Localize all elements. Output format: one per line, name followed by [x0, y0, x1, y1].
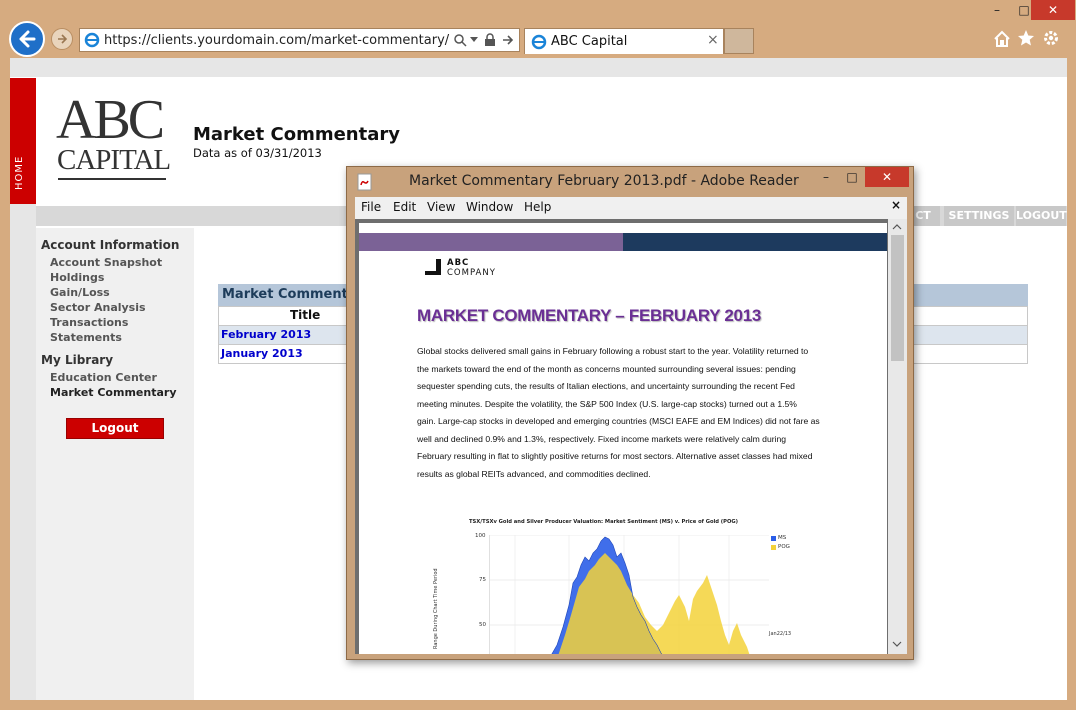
- sidebar-item-transactions[interactable]: Transactions: [50, 316, 128, 329]
- row-link-january-2013[interactable]: January 2013: [221, 347, 303, 360]
- pdf-file-icon: [357, 173, 372, 191]
- body-line: Global stocks delivered small gains in F…: [417, 346, 809, 356]
- legend-ms: MS: [778, 535, 787, 541]
- tick-75: 75: [479, 577, 486, 583]
- ie-logo-icon: [531, 34, 547, 50]
- column-title: Title: [290, 308, 321, 322]
- scroll-thumb[interactable]: [891, 235, 904, 361]
- back-button[interactable]: [9, 21, 45, 57]
- chart-title: TSX/TSXv Gold and Silver Producer Valuat…: [469, 519, 739, 525]
- sidebar-item-gain-loss[interactable]: Gain/Loss: [50, 286, 110, 299]
- sidebar-item-holdings[interactable]: Holdings: [50, 271, 104, 284]
- body-line: results as global REITs advanced, and co…: [417, 468, 651, 479]
- logout-button[interactable]: Logout: [66, 418, 164, 439]
- row-link-february-2013[interactable]: February 2013: [221, 328, 311, 341]
- sidebar-item-account-snapshot[interactable]: Account Snapshot: [50, 256, 162, 269]
- ie-logo-icon: [84, 32, 100, 48]
- sidebar: Account Information Account Snapshot Hol…: [36, 228, 194, 700]
- pdf-scrollbar[interactable]: [888, 219, 907, 654]
- pdf-menu-bar: File Edit View Window Help ×: [355, 197, 907, 219]
- company-line2: COMPANY: [447, 268, 496, 278]
- menu-view[interactable]: View: [427, 200, 455, 214]
- company-line1: ABC: [447, 258, 470, 268]
- logo-abc: ABC: [56, 89, 165, 151]
- chart-ylabel: Range During Chart Time Period: [433, 568, 439, 649]
- go-arrow-icon[interactable]: [501, 33, 515, 47]
- body-line: well and declined 0.9% and 1.3%, respect…: [417, 433, 787, 444]
- abc-capital-logo[interactable]: ABC CAPITAL: [56, 89, 171, 184]
- tick-50: 50: [479, 622, 486, 628]
- menu-settings[interactable]: SETTINGS: [944, 206, 1014, 226]
- pdf-minimize-button[interactable]: –: [813, 167, 839, 187]
- menu-help[interactable]: Help: [524, 200, 551, 214]
- arrow-left-icon: [19, 30, 36, 48]
- pdf-window-title: Market Commentary February 2013.pdf - Ad…: [409, 173, 799, 189]
- menu-edit[interactable]: Edit: [393, 200, 416, 214]
- legend-pog: POG: [778, 544, 790, 550]
- sidebar-item-education-center[interactable]: Education Center: [50, 371, 157, 384]
- menu-logout[interactable]: LOGOUT: [1016, 206, 1067, 226]
- pdf-maximize-button[interactable]: □: [839, 167, 865, 187]
- pdf-reader-window[interactable]: Market Commentary February 2013.pdf - Ad…: [346, 166, 914, 660]
- chart-plot: [489, 535, 769, 654]
- embedded-chart: TSX/TSXv Gold and Silver Producer Valuat…: [429, 519, 809, 654]
- sidebar-item-market-commentary[interactable]: Market Commentary: [50, 386, 176, 399]
- sidebar-item-statements[interactable]: Statements: [50, 331, 122, 344]
- header-band-navy: [623, 233, 887, 251]
- body-line: sequester spending cuts, the results of …: [417, 381, 795, 391]
- header-band-purple: [359, 233, 623, 251]
- logo-rule: [58, 178, 166, 180]
- pdf-close-button[interactable]: ✕: [865, 167, 909, 187]
- body-line: February resulting in flat to slightly p…: [417, 451, 813, 461]
- browser-tab[interactable]: ABC Capital ×: [524, 28, 724, 54]
- document-body: Global stocks delivered small gains in F…: [417, 343, 837, 483]
- chevron-down-icon[interactable]: [470, 37, 478, 43]
- legend-ms-swatch: [771, 536, 776, 541]
- pdf-document-view[interactable]: ABC COMPANY MARKET COMMENTARY – FEBRUARY…: [355, 219, 907, 654]
- gear-icon[interactable]: [1042, 29, 1060, 47]
- close-window-button[interactable]: ✕: [1031, 0, 1075, 20]
- tab-title: ABC Capital: [551, 34, 628, 49]
- body-line: the markets toward the end of the month …: [417, 363, 796, 374]
- pdf-page: ABC COMPANY MARKET COMMENTARY – FEBRUARY…: [359, 223, 887, 654]
- favorites-star-icon[interactable]: [1017, 29, 1035, 47]
- home-icon[interactable]: [993, 30, 1011, 48]
- menu-file[interactable]: File: [361, 200, 381, 214]
- search-icon[interactable]: [453, 33, 467, 47]
- data-as-of: Data as of 03/31/2013: [193, 146, 322, 160]
- minimize-button[interactable]: –: [983, 0, 1011, 20]
- address-bar[interactable]: https://clients.yourdomain.com/market-co…: [79, 28, 520, 52]
- body-line: gain. Large-cap stocks in developed and …: [417, 416, 820, 426]
- sidebar-item-sector-analysis[interactable]: Sector Analysis: [50, 301, 146, 314]
- arrow-right-icon: [58, 34, 68, 44]
- browser-window: – □ ✕ https://clients.yourdomain.com/mar…: [0, 0, 1076, 710]
- left-gutter: [10, 204, 36, 700]
- table-heading: Market Commentar: [222, 287, 364, 302]
- logo-capital: CAPITAL: [57, 144, 171, 176]
- page-title: Market Commentary: [193, 124, 400, 145]
- home-sidebar-tab[interactable]: HOME: [10, 78, 36, 204]
- forward-button[interactable]: [51, 28, 73, 50]
- home-label: HOME: [14, 155, 25, 190]
- body-line: meeting minutes. Despite the volatility,…: [417, 398, 797, 409]
- scroll-down-icon[interactable]: [892, 641, 902, 647]
- legend-pog-swatch: [771, 545, 776, 550]
- account-info-heading: Account Information: [41, 238, 180, 252]
- menu-window[interactable]: Window: [466, 200, 513, 214]
- close-document-button[interactable]: ×: [891, 198, 901, 212]
- scroll-up-icon[interactable]: [892, 224, 902, 230]
- address-url: https://clients.yourdomain.com/market-co…: [104, 33, 450, 48]
- page-top-strip: [10, 58, 1067, 77]
- lock-icon[interactable]: [484, 33, 496, 47]
- new-tab-button[interactable]: [724, 28, 754, 54]
- my-library-heading: My Library: [41, 353, 114, 367]
- tab-close-button[interactable]: ×: [707, 32, 719, 48]
- tick-100: 100: [475, 533, 486, 539]
- chart-end-label: Jan22/13: [769, 631, 792, 637]
- company-logo-mark: [425, 259, 442, 275]
- document-heading: MARKET COMMENTARY – FEBRUARY 2013: [417, 306, 762, 325]
